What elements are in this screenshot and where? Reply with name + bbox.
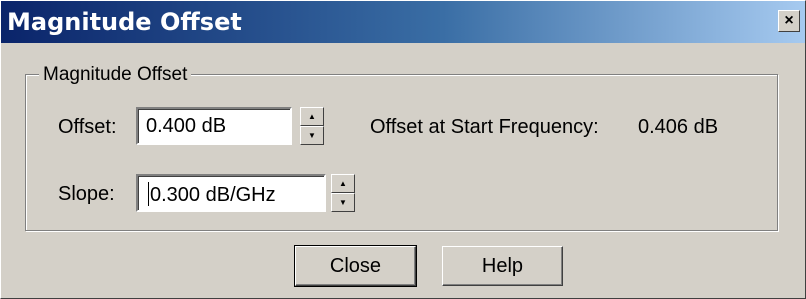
- slope-spinner[interactable]: ▲ ▼: [331, 174, 355, 212]
- close-icon: ×: [784, 12, 794, 29]
- title-bar[interactable]: Magnitude Offset ×: [1, 1, 805, 43]
- arrow-up-icon: ▲: [308, 111, 316, 121]
- offset-input[interactable]: 0.400 dB: [136, 107, 292, 145]
- start-frequency-value: 0.406 dB: [638, 116, 719, 138]
- offset-value: 0.400 dB: [146, 115, 227, 137]
- offset-spin-down-button[interactable]: ▼: [300, 126, 324, 145]
- slope-label: Slope:: [58, 183, 115, 205]
- offset-label: Offset:: [58, 116, 117, 138]
- slope-spin-up-button[interactable]: ▲: [331, 174, 355, 193]
- offset-spin-up-button[interactable]: ▲: [300, 107, 324, 126]
- slope-input[interactable]: 0.300 dB/GHz: [136, 174, 326, 212]
- close-window-button[interactable]: ×: [778, 10, 800, 32]
- start-frequency-label: Offset at Start Frequency:: [370, 116, 599, 138]
- help-button-label: Help: [481, 254, 524, 277]
- group-legend: Magnitude Offset: [39, 64, 192, 86]
- close-button[interactable]: Close: [294, 245, 417, 287]
- dialog-window: Magnitude Offset × Magnitude Offset Offs…: [0, 0, 806, 299]
- slope-value: 0.300 dB/GHz: [150, 184, 276, 206]
- arrow-down-icon: ▼: [308, 130, 316, 140]
- close-button-label: Close: [329, 254, 382, 277]
- offset-spinner[interactable]: ▲ ▼: [300, 107, 324, 145]
- window-title: Magnitude Offset: [7, 8, 242, 36]
- text-caret: [148, 182, 149, 206]
- slope-spin-down-button[interactable]: ▼: [331, 193, 355, 212]
- help-button[interactable]: Help: [442, 246, 563, 286]
- arrow-up-icon: ▲: [339, 178, 347, 188]
- arrow-down-icon: ▼: [339, 197, 347, 207]
